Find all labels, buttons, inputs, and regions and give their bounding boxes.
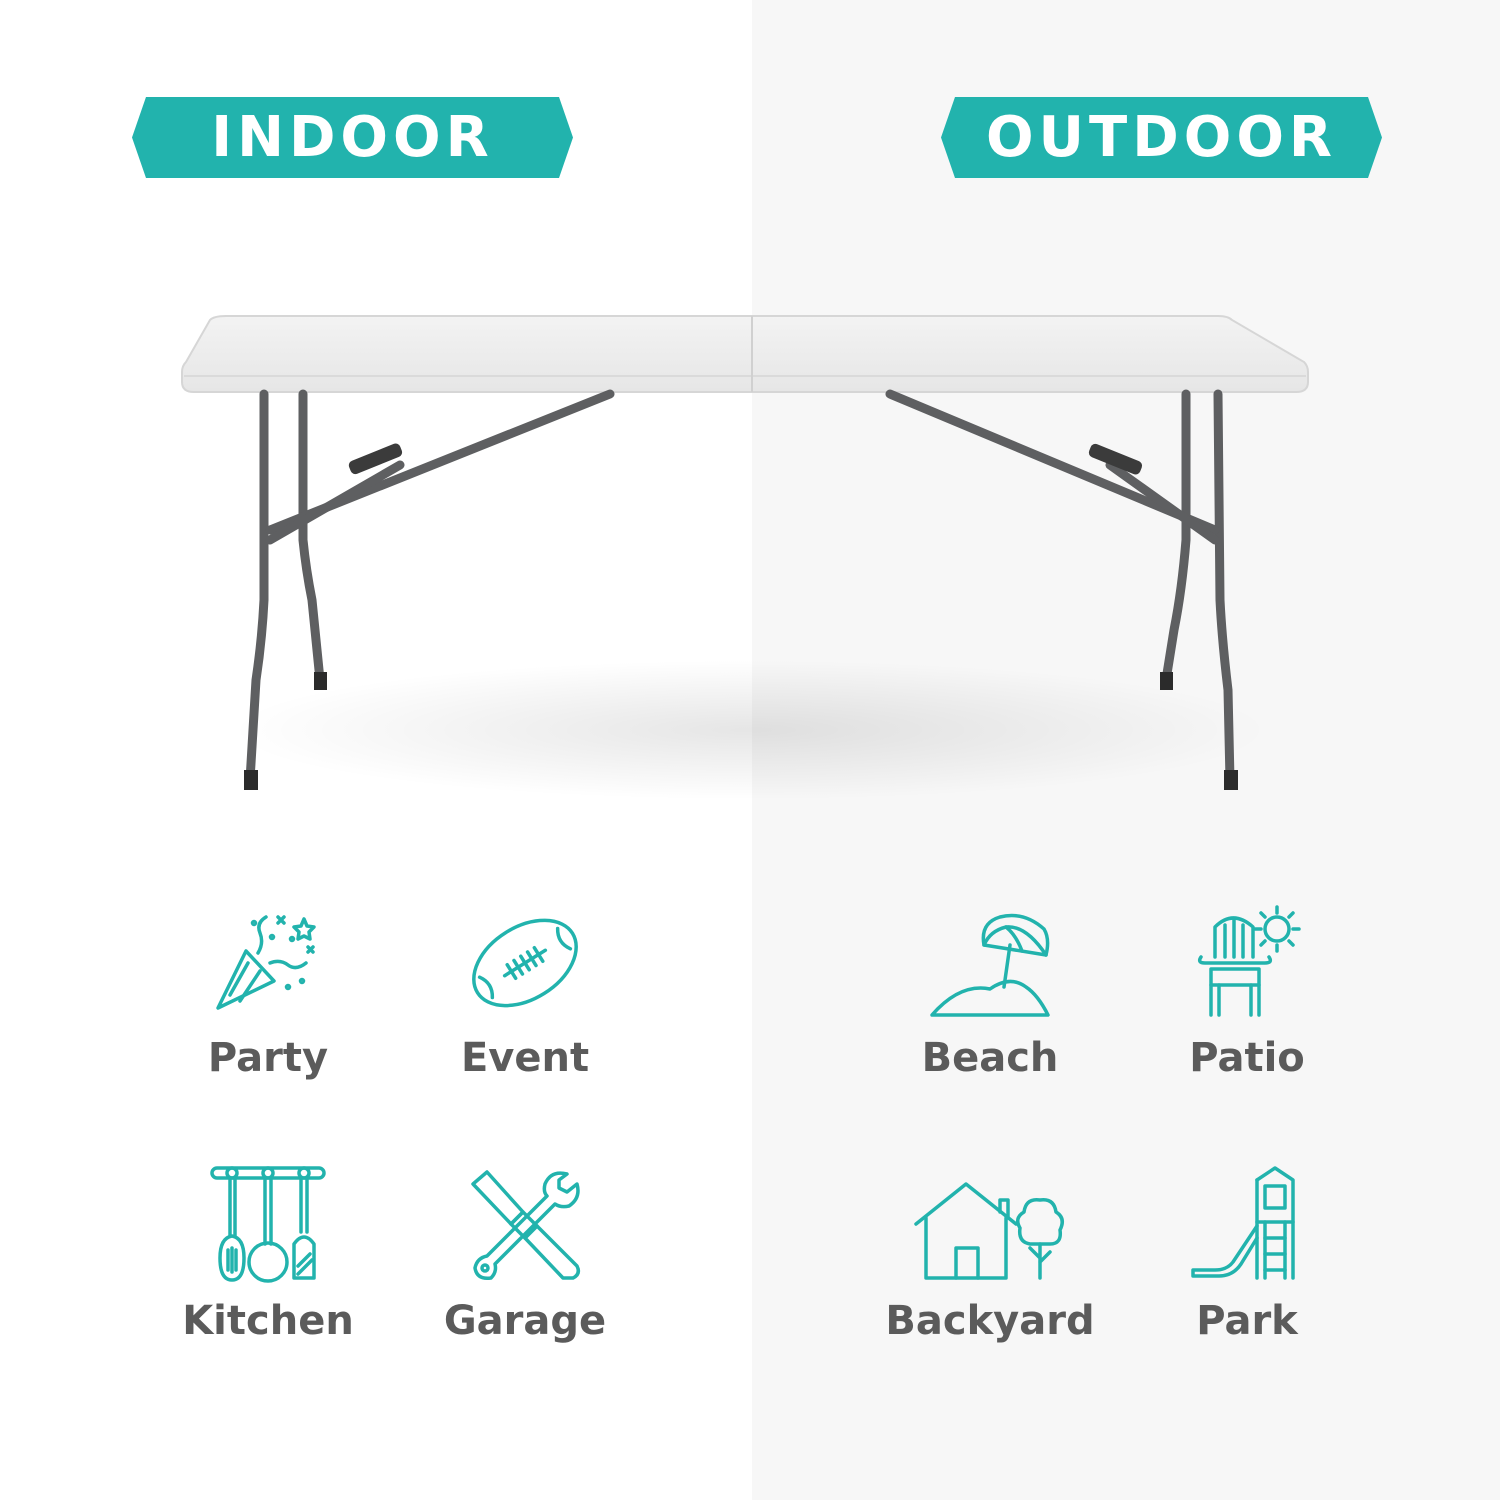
football-icon	[465, 903, 585, 1023]
feature-party: Party	[148, 903, 388, 1103]
feature-garage: Garage	[405, 1166, 645, 1366]
feature-kitchen: Kitchen	[148, 1166, 388, 1366]
left-front-foot	[244, 770, 258, 790]
feature-beach: Beach	[870, 903, 1110, 1103]
feature-patio: Patio	[1127, 903, 1367, 1103]
feature-park: Park	[1127, 1166, 1367, 1366]
kitchen-utensils-icon	[208, 1166, 328, 1286]
indoor-banner: INDOOR	[132, 97, 573, 178]
right-front-foot	[1224, 770, 1238, 790]
left-back-foot	[314, 672, 327, 690]
table-top	[181, 315, 1309, 393]
outdoor-banner-label: OUTDOOR	[985, 105, 1338, 170]
beach-umbrella-icon	[930, 903, 1050, 1023]
outdoor-banner: OUTDOOR	[941, 97, 1382, 178]
feature-backyard: Backyard	[870, 1166, 1110, 1366]
playground-slide-icon	[1187, 1166, 1307, 1286]
wrench-screwdriver-icon	[465, 1166, 585, 1286]
feature-label: Park	[1196, 1298, 1298, 1344]
party-popper-icon	[208, 903, 328, 1023]
right-back-foot	[1160, 672, 1173, 690]
feature-label: Garage	[443, 1298, 607, 1344]
folding-table-image	[181, 315, 1309, 800]
feature-label: Backyard	[885, 1298, 1095, 1344]
patio-chair-icon	[1187, 903, 1307, 1023]
feature-label: Patio	[1189, 1035, 1305, 1081]
feature-event: Event	[405, 903, 645, 1103]
table-shadow	[230, 660, 1270, 800]
house-tree-icon	[914, 1166, 1064, 1286]
feature-label: Kitchen	[182, 1298, 354, 1344]
feature-label: Event	[460, 1035, 590, 1081]
indoor-banner-label: INDOOR	[211, 105, 494, 170]
feature-label: Party	[207, 1035, 329, 1081]
feature-label: Beach	[921, 1035, 1059, 1081]
